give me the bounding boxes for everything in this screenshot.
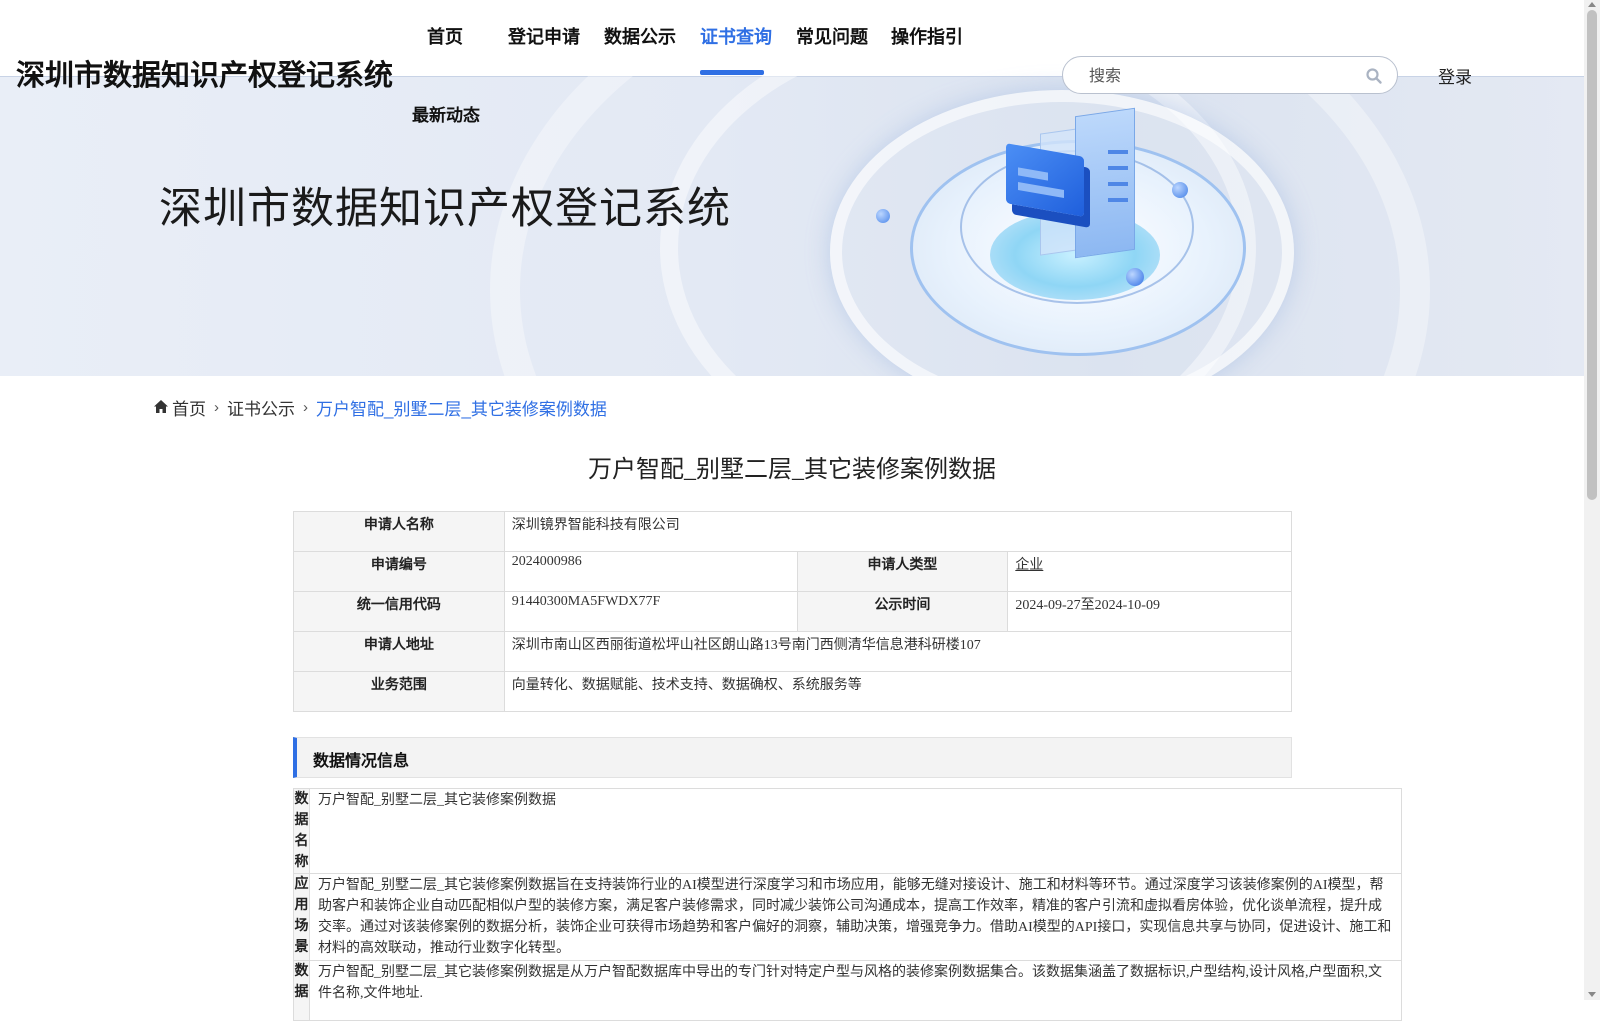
applicant-type-value: 企业 bbox=[1015, 558, 1044, 573]
search-icon[interactable] bbox=[1365, 67, 1383, 85]
applicant-address-value: 深圳市南山区西丽街道松坪山社区朗山路13号南门西侧清华信息港科研楼107 bbox=[503, 631, 1293, 672]
table-row: 数据 万户智配_别墅二层_其它装修案例数据是从万户智配数据库中导出的专门针对特定… bbox=[293, 960, 1402, 1021]
chevron-right-icon: › bbox=[214, 399, 219, 416]
table-row: 应用场景 万户智配_别墅二层_其它装修案例数据旨在支持装饰行业的AI模型进行深度… bbox=[293, 873, 1402, 961]
data-description-label: 数据 bbox=[293, 960, 310, 1021]
applicant-address-label: 申请人地址 bbox=[293, 631, 505, 672]
credit-code-label: 统一信用代码 bbox=[293, 591, 505, 632]
nav-certificate-query[interactable]: 证书查询 bbox=[700, 24, 772, 50]
nav-home[interactable]: 首页 bbox=[427, 24, 463, 50]
page-title: 万户智配_别墅二层_其它装修案例数据 bbox=[588, 457, 996, 483]
banner-title: 深圳市数据知识产权登记系统 bbox=[159, 186, 731, 233]
nav-register-apply[interactable]: 登记申请 bbox=[508, 24, 580, 50]
data-description-value: 万户智配_别墅二层_其它装修案例数据是从万户智配数据库中导出的专门针对特定户型与… bbox=[309, 960, 1402, 1021]
table-row: 数据名称 万户智配_别墅二层_其它装修案例数据 bbox=[293, 788, 1402, 874]
search-input[interactable] bbox=[1087, 65, 1361, 89]
business-scope-label: 业务范围 bbox=[293, 671, 505, 712]
nav-latest-news[interactable]: 最新动态 bbox=[412, 101, 480, 126]
nav-active-indicator bbox=[700, 70, 764, 75]
nav-data-publicity[interactable]: 数据公示 bbox=[604, 24, 676, 50]
home-icon[interactable] bbox=[154, 398, 168, 418]
breadcrumb-certificate-publicity[interactable]: 证书公示 bbox=[227, 395, 295, 420]
chevron-right-icon: › bbox=[303, 399, 308, 416]
scroll-down-arrow-icon[interactable] bbox=[1588, 992, 1596, 997]
site-name: 深圳市数据知识产权登记系统 bbox=[16, 60, 394, 92]
breadcrumb-current: 万户智配_别墅二层_其它装修案例数据 bbox=[316, 400, 607, 419]
page-scrollbar[interactable] bbox=[1584, 0, 1600, 1000]
scrollbar-thumb[interactable] bbox=[1587, 10, 1597, 500]
applicant-name-value: 深圳镜界智能科技有限公司 bbox=[503, 511, 1293, 552]
credit-code-value: 91440300MA5FWDX77F bbox=[503, 591, 798, 632]
table-row: 业务范围 向量转化、数据赋能、技术支持、数据确权、系统服务等 bbox=[293, 671, 1293, 712]
data-detail-table: 数据名称 万户智配_别墅二层_其它装修案例数据 应用场景 万户智配_别墅二层_其… bbox=[293, 788, 1402, 1021]
nav-operation-guide[interactable]: 操作指引 bbox=[891, 24, 963, 50]
login-link[interactable]: 登录 bbox=[1438, 63, 1472, 88]
applicant-info-table: 申请人名称 深圳镜界智能科技有限公司 申请编号 2024000986 申请人类型… bbox=[293, 511, 1293, 712]
section-heading: 数据情况信息 bbox=[313, 753, 410, 770]
table-row: 申请人地址 深圳市南山区西丽街道松坪山社区朗山路13号南门西侧清华信息港科研楼1… bbox=[293, 631, 1293, 672]
data-info-section-header: 数据情况信息 bbox=[293, 737, 1292, 778]
application-number-value: 2024000986 bbox=[503, 551, 798, 592]
business-scope-value: 向量转化、数据赋能、技术支持、数据确权、系统服务等 bbox=[503, 671, 1293, 712]
breadcrumb-home[interactable]: 首页 bbox=[172, 395, 206, 420]
table-row: 统一信用代码 91440300MA5FWDX77F 公示时间 2024-09-2… bbox=[293, 591, 1292, 632]
breadcrumb: 首页 › 证书公示 › 万户智配_别墅二层_其它装修案例数据 bbox=[154, 395, 607, 420]
application-scenario-label: 应用场景 bbox=[293, 873, 310, 961]
applicant-name-label: 申请人名称 bbox=[293, 511, 505, 552]
application-number-label: 申请编号 bbox=[293, 551, 505, 592]
data-name-value: 万户智配_别墅二层_其它装修案例数据 bbox=[309, 788, 1402, 874]
application-scenario-value: 万户智配_别墅二层_其它装修案例数据旨在支持装饰行业的AI模型进行深度学习和市场… bbox=[309, 873, 1402, 961]
publicity-time-label: 公示时间 bbox=[796, 591, 1009, 632]
data-name-label: 数据名称 bbox=[293, 788, 310, 874]
search-box bbox=[1062, 56, 1398, 94]
applicant-type-label: 申请人类型 bbox=[796, 551, 1009, 592]
table-row: 申请编号 2024000986 申请人类型 企业 bbox=[293, 551, 1292, 592]
scroll-up-arrow-icon[interactable] bbox=[1588, 2, 1596, 7]
nav-faq[interactable]: 常见问题 bbox=[796, 24, 868, 50]
table-row: 申请人名称 深圳镜界智能科技有限公司 bbox=[293, 511, 1293, 552]
publicity-time-value: 2024-09-27至2024-10-09 bbox=[1007, 591, 1292, 632]
